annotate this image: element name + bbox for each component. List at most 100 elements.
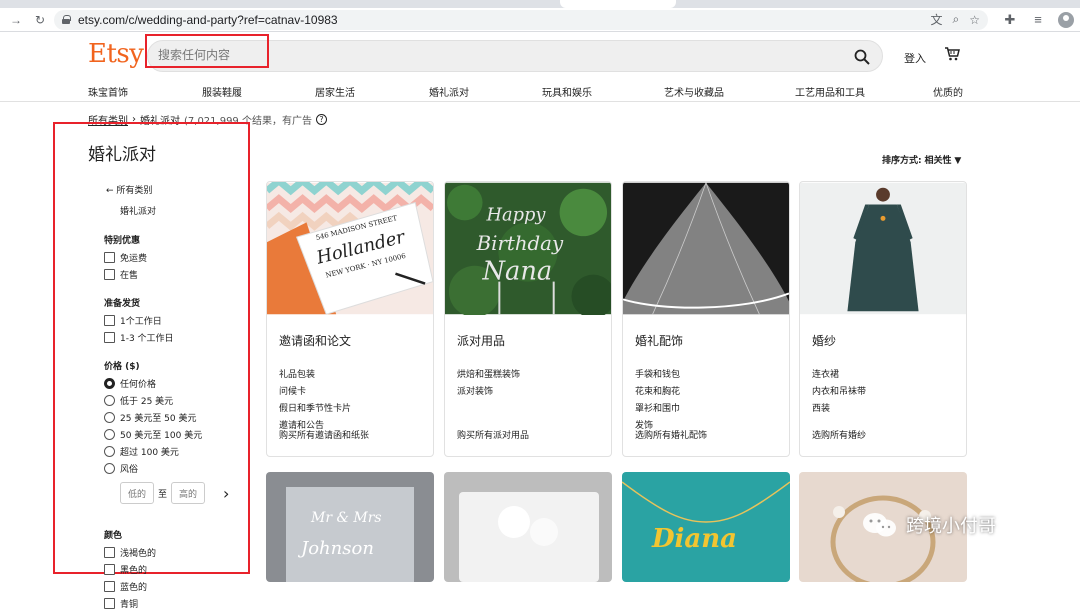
catnav-item[interactable]: 优质的 bbox=[933, 84, 963, 99]
price-high-input[interactable]: 高的 bbox=[171, 482, 206, 504]
checkbox[interactable] bbox=[104, 331, 115, 343]
url-field[interactable]: etsy.com/c/wedding-and-party?ref=catnav-… bbox=[54, 9, 988, 30]
filter-option[interactable]: 低于 25 美元 bbox=[104, 394, 248, 407]
card-link[interactable]: 问候卡 bbox=[279, 384, 421, 401]
card-image bbox=[623, 182, 789, 315]
sort-value: 相关性 bbox=[924, 156, 952, 166]
card-link[interactable]: 花束和胸花 bbox=[635, 384, 777, 401]
shop-all-link[interactable]: 选购所有婚礼配饰 bbox=[635, 428, 707, 441]
checkbox[interactable] bbox=[104, 563, 115, 575]
zoom-icon[interactable]: ⌕ bbox=[953, 12, 960, 27]
star-icon[interactable]: ☆ bbox=[969, 13, 980, 27]
category-card[interactable]: Happy Birthday Nana 派对用品 烘焙和蛋糕装饰 派对装饰 购买… bbox=[444, 181, 612, 457]
product-image[interactable]: Mr & Mrs Johnson bbox=[266, 472, 434, 582]
filter-option[interactable]: 蓝色的 bbox=[104, 580, 248, 593]
wechat-icon bbox=[863, 513, 896, 537]
filter-option[interactable]: 浅褐色的 bbox=[104, 546, 248, 559]
filter-option[interactable]: 超过 100 美元 bbox=[104, 445, 248, 458]
card-link[interactable]: 内衣和吊袜带 bbox=[812, 384, 954, 401]
card-link[interactable]: 连衣裙 bbox=[812, 367, 954, 384]
extensions-icon[interactable]: ✚ bbox=[1002, 12, 1018, 28]
radio[interactable] bbox=[104, 445, 115, 457]
card-link[interactable]: 罩衫和围巾 bbox=[635, 401, 777, 418]
checkbox[interactable] bbox=[104, 597, 115, 609]
current-category[interactable]: 婚礼派对 bbox=[120, 204, 248, 217]
filter-option[interactable]: 免运费 bbox=[104, 251, 248, 264]
etsy-logo[interactable]: Etsy bbox=[88, 39, 144, 69]
reload-icon[interactable]: ↻ bbox=[30, 10, 50, 30]
svg-text:Mr & Mrs: Mr & Mrs bbox=[310, 510, 382, 526]
lock-icon bbox=[62, 15, 71, 24]
filter-option[interactable]: 任何价格 bbox=[104, 377, 248, 390]
radio[interactable] bbox=[104, 394, 115, 406]
address-bar: → ↻ etsy.com/c/wedding-and-party?ref=cat… bbox=[0, 8, 1080, 32]
card-link[interactable]: 假日和季节性卡片 bbox=[279, 401, 421, 418]
filter-option[interactable]: 黑色的 bbox=[104, 563, 248, 576]
cart-icon[interactable] bbox=[944, 46, 960, 62]
card-title[interactable]: 邀请函和论文 bbox=[279, 332, 421, 349]
watermark-text: 跨境小付哥 bbox=[906, 516, 996, 537]
filter-option[interactable]: 青铜 bbox=[104, 597, 248, 610]
chevron-right-icon[interactable]: › bbox=[223, 484, 229, 503]
radio[interactable] bbox=[104, 428, 115, 440]
product-image[interactable]: Diana bbox=[622, 472, 790, 582]
filter-option[interactable]: 在售 bbox=[104, 268, 248, 281]
card-link[interactable]: 手袋和钱包 bbox=[635, 367, 777, 384]
category-card[interactable]: 546 MADISON STREET Hollander NEW YORK · … bbox=[266, 181, 434, 457]
back-all-categories[interactable]: ← 所有类别 bbox=[106, 183, 248, 196]
category-card[interactable]: 婚礼配饰 手袋和钱包 花束和胸花 罩衫和围巾 发饰 选购所有婚礼配饰 bbox=[622, 181, 790, 457]
catnav-item[interactable]: 婚礼派对 bbox=[429, 84, 469, 99]
catnav-item[interactable]: 玩具和娱乐 bbox=[542, 84, 592, 99]
checkbox[interactable] bbox=[104, 268, 115, 280]
checkbox[interactable] bbox=[104, 314, 115, 326]
shop-all-link[interactable]: 购买所有邀请函和纸张 bbox=[279, 428, 369, 441]
card-links: 礼品包装 问候卡 假日和季节性卡片 邀请和公告 bbox=[279, 367, 421, 435]
watermark: 跨境小付哥 bbox=[862, 512, 996, 538]
checkbox[interactable] bbox=[104, 580, 115, 592]
radio-selected[interactable] bbox=[104, 377, 115, 389]
page-title: 婚礼派对 bbox=[88, 145, 156, 165]
sort-dropdown[interactable]: 排序方式: 相关性 ▼ bbox=[882, 153, 961, 166]
menu-icon[interactable]: ≡ bbox=[1030, 12, 1046, 28]
card-title[interactable]: 婚礼配饰 bbox=[635, 332, 777, 349]
catnav-item[interactable]: 服装鞋履 bbox=[202, 84, 242, 99]
translate-icon[interactable]: 文 bbox=[930, 11, 942, 28]
radio[interactable] bbox=[104, 411, 115, 423]
filter-title-color: 颜色 bbox=[104, 531, 123, 541]
filter-title-special: 特别优惠 bbox=[104, 236, 141, 246]
card-link[interactable]: 烘焙和蛋糕装饰 bbox=[457, 367, 599, 384]
sort-label: 排序方式: bbox=[882, 156, 922, 166]
card-link[interactable]: 西装 bbox=[812, 401, 954, 418]
product-image[interactable] bbox=[444, 472, 612, 582]
catnav-item[interactable]: 珠宝首饰 bbox=[88, 84, 128, 99]
catnav-item[interactable]: 工艺用品和工具 bbox=[795, 84, 865, 99]
help-icon[interactable]: ? bbox=[315, 114, 327, 125]
filter-option[interactable]: 50 美元至 100 美元 bbox=[104, 428, 248, 441]
catnav-item[interactable]: 艺术与收藏品 bbox=[664, 84, 724, 99]
checkbox[interactable] bbox=[104, 251, 115, 263]
active-tab[interactable] bbox=[560, 0, 676, 8]
filter-option[interactable]: 25 美元至 50 美元 bbox=[104, 411, 248, 424]
back-icon[interactable]: → bbox=[6, 10, 26, 30]
card-link[interactable]: 礼品包装 bbox=[279, 367, 421, 384]
signin-link[interactable]: 登入 bbox=[904, 50, 926, 66]
shop-all-link[interactable]: 购买所有派对用品 bbox=[457, 428, 529, 441]
profile-icon[interactable] bbox=[1058, 11, 1074, 28]
filter-title-ready: 准备发货 bbox=[104, 299, 141, 309]
filter-option[interactable]: 风俗 bbox=[104, 462, 248, 475]
shop-all-link[interactable]: 选购所有婚纱 bbox=[812, 428, 866, 441]
search-icon[interactable] bbox=[854, 49, 870, 65]
catnav-item[interactable]: 居家生活 bbox=[315, 84, 355, 99]
card-title[interactable]: 派对用品 bbox=[457, 332, 599, 349]
price-low-input[interactable]: 低的 bbox=[120, 482, 154, 504]
filter-option[interactable]: 1-3 个工作日 bbox=[104, 331, 248, 344]
svg-text:Happy: Happy bbox=[486, 204, 547, 225]
svg-text:Johnson: Johnson bbox=[297, 538, 374, 559]
radio[interactable] bbox=[104, 462, 115, 474]
filter-option[interactable]: 1个工作日 bbox=[104, 314, 248, 327]
card-title[interactable]: 婚纱 bbox=[812, 332, 954, 349]
card-link[interactable]: 派对装饰 bbox=[457, 384, 599, 401]
checkbox[interactable] bbox=[104, 546, 115, 558]
category-card[interactable]: 婚纱 连衣裙 内衣和吊袜带 西装 选购所有婚纱 bbox=[799, 181, 967, 457]
card-links: 手袋和钱包 花束和胸花 罩衫和围巾 发饰 bbox=[635, 367, 777, 435]
